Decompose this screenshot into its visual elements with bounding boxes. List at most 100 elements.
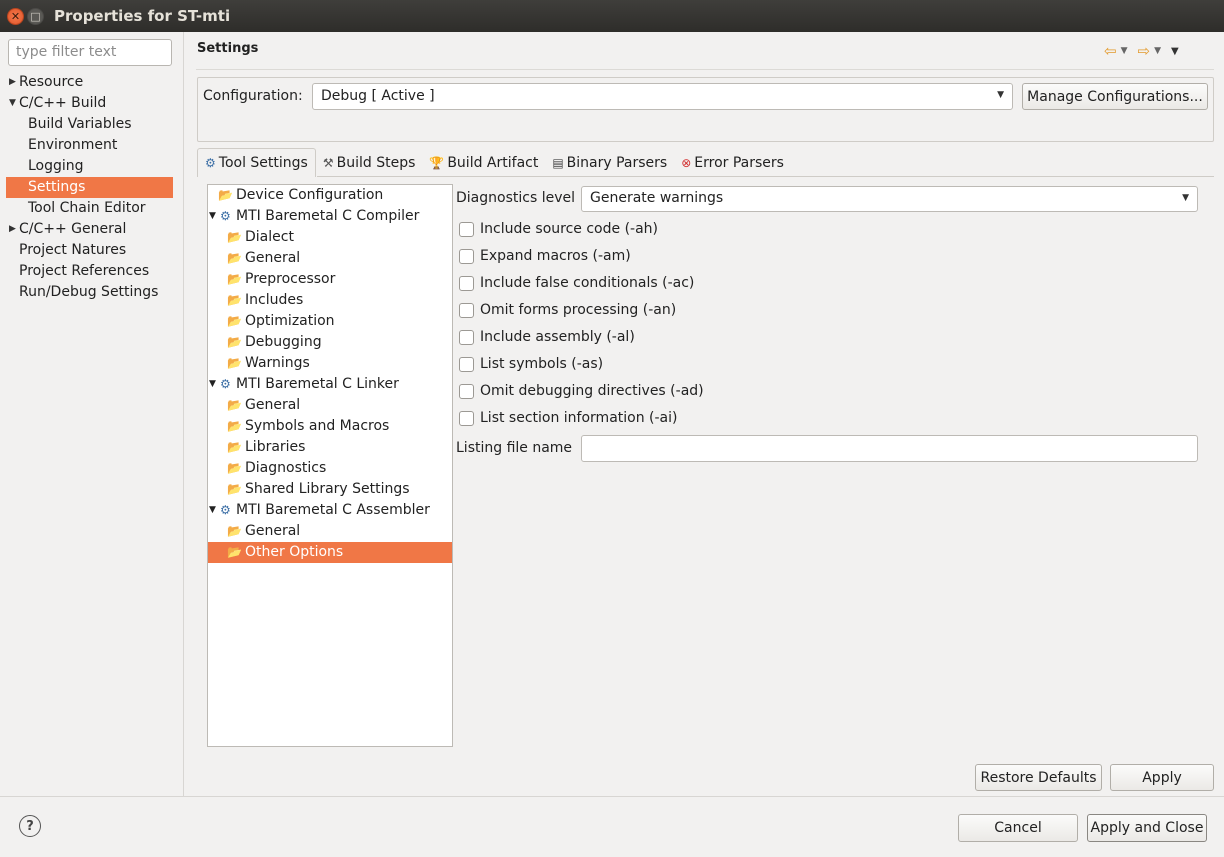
option-checkbox-row[interactable]: Omit debugging directives (-ad)	[459, 381, 704, 401]
tool-node[interactable]: ▼ ⚙ MTI Baremetal C Compiler	[208, 206, 452, 227]
tree-item-label: Shared Library Settings	[245, 481, 410, 497]
checkbox[interactable]	[459, 248, 474, 264]
back-arrow-icon[interactable]: ⇦	[1104, 42, 1117, 60]
option-checkbox-row[interactable]: Omit forms processing (-an)	[459, 300, 676, 320]
sidebar-item[interactable]: Settings	[6, 177, 173, 198]
sidebar-item[interactable]: Logging	[6, 156, 173, 177]
option-node[interactable]: 📂 Libraries	[208, 437, 452, 458]
expanded-twisty-icon[interactable]: ▼	[9, 93, 16, 114]
apply-button[interactable]: Apply	[1110, 764, 1214, 791]
sidebar-item-label: Environment	[28, 137, 118, 153]
option-checkbox-row[interactable]: Expand macros (-am)	[459, 246, 631, 266]
tab-build-steps[interactable]: ⚒ Build Steps	[316, 148, 423, 177]
forward-dropdown-icon[interactable]: ▼	[1154, 46, 1161, 56]
option-node[interactable]: 📂 Preprocessor	[208, 269, 452, 290]
help-icon[interactable]: ?	[19, 815, 41, 837]
diagnostics-level-value: Generate warnings	[590, 190, 724, 206]
tree-item-label: General	[245, 250, 301, 266]
sidebar-item[interactable]: ▶ C/C++ General	[6, 219, 173, 240]
checkbox[interactable]	[459, 329, 474, 345]
expanded-twisty-icon[interactable]: ▼	[209, 206, 216, 227]
option-node[interactable]: 📂 General	[208, 395, 452, 416]
option-page-icon: 📂	[227, 314, 242, 328]
manage-configurations-button[interactable]: Manage Configurations...	[1022, 83, 1208, 110]
binary-icon: ▤	[552, 155, 564, 170]
option-page-icon: 📂	[227, 440, 242, 454]
tab-tool-settings[interactable]: ⚙ Tool Settings	[197, 148, 316, 177]
option-node[interactable]: 📂 Diagnostics	[208, 458, 452, 479]
cancel-button[interactable]: Cancel	[958, 814, 1078, 842]
maximize-window-icon[interactable]: □	[27, 8, 44, 25]
sidebar-item[interactable]: Environment	[6, 135, 173, 156]
sidebar-item[interactable]: Build Variables	[6, 114, 173, 135]
option-node[interactable]: 📂 Includes	[208, 290, 452, 311]
sidebar-item-label: Resource	[19, 74, 84, 90]
tool-node[interactable]: ▼ ⚙ MTI Baremetal C Linker	[208, 374, 452, 395]
checkbox[interactable]	[459, 410, 474, 426]
forward-arrow-icon[interactable]: ⇨	[1138, 42, 1151, 60]
title-bar: ✕ □ Properties for ST-mti	[0, 0, 1224, 32]
filter-input[interactable]: type filter text	[8, 39, 172, 66]
option-node[interactable]: 📂 General	[208, 248, 452, 269]
sidebar-item[interactable]: Project References	[6, 261, 173, 282]
option-page-icon: 📂	[227, 482, 242, 496]
checkbox[interactable]	[459, 221, 474, 237]
sidebar-item-label: C/C++ General	[19, 221, 127, 237]
sidebar-item[interactable]: ▶ Resource	[6, 72, 173, 93]
back-dropdown-icon[interactable]: ▼	[1121, 46, 1128, 56]
sidebar-item[interactable]: Project Natures	[6, 240, 173, 261]
tab-error-parsers[interactable]: ⊗ Error Parsers	[674, 148, 791, 177]
option-checkbox-row[interactable]: List symbols (-as)	[459, 354, 603, 374]
tree-item-label: Other Options	[245, 544, 344, 560]
tree-item-label: MTI Baremetal C Assembler	[236, 502, 430, 518]
checkbox[interactable]	[459, 383, 474, 399]
option-label: Include source code (-ah)	[480, 221, 658, 237]
option-node[interactable]: 📂 Dialect	[208, 227, 452, 248]
page-title: Settings	[197, 41, 259, 56]
view-menu-icon[interactable]: ▼	[1171, 46, 1179, 57]
sidebar-item[interactable]: Tool Chain Editor	[6, 198, 173, 219]
collapsed-twisty-icon[interactable]: ▶	[9, 219, 16, 240]
tab-build-artifact[interactable]: 🏆 Build Artifact	[422, 148, 545, 177]
sidebar-divider	[183, 32, 184, 796]
tree-item-label: Optimization	[245, 313, 335, 329]
configuration-select[interactable]: Debug [ Active ] ▼	[312, 83, 1013, 110]
expanded-twisty-icon[interactable]: ▼	[209, 500, 216, 521]
option-checkbox-row[interactable]: Include false conditionals (-ac)	[459, 273, 694, 293]
option-checkbox-row[interactable]: List section information (-ai)	[459, 408, 678, 428]
tree-item-label: MTI Baremetal C Linker	[236, 376, 399, 392]
option-node[interactable]: 📂 Warnings	[208, 353, 452, 374]
checkbox[interactable]	[459, 275, 474, 291]
option-page-icon: 📂	[227, 398, 242, 412]
option-checkbox-row[interactable]: Include source code (-ah)	[459, 219, 658, 239]
diagnostics-level-select[interactable]: Generate warnings ▼	[581, 186, 1198, 212]
sidebar-item[interactable]: ▼ C/C++ Build	[6, 93, 173, 114]
checkbox[interactable]	[459, 302, 474, 318]
option-node[interactable]: 📂 General	[208, 521, 452, 542]
option-page-icon: 📂	[227, 419, 242, 433]
collapsed-twisty-icon[interactable]: ▶	[9, 72, 16, 93]
tree-item-label: Dialect	[245, 229, 294, 245]
option-node[interactable]: 📂 Symbols and Macros	[208, 416, 452, 437]
option-node[interactable]: 📂 Other Options	[208, 542, 452, 563]
option-node[interactable]: 📂 Optimization	[208, 311, 452, 332]
option-node[interactable]: 📂 Shared Library Settings	[208, 479, 452, 500]
option-node[interactable]: 📂 Debugging	[208, 332, 452, 353]
listing-file-input[interactable]	[581, 435, 1198, 462]
tool-node[interactable]: ▼ ⚙ MTI Baremetal C Assembler	[208, 500, 452, 521]
tree-item-label: General	[245, 523, 301, 539]
tree-item-label: Diagnostics	[245, 460, 327, 476]
expanded-twisty-icon[interactable]: ▼	[209, 374, 216, 395]
option-label: Include assembly (-al)	[480, 329, 635, 345]
tab-binary-parsers[interactable]: ▤ Binary Parsers	[545, 148, 674, 177]
option-node[interactable]: 📂 Device Configuration	[208, 185, 452, 206]
apply-and-close-button[interactable]: Apply and Close	[1087, 814, 1207, 842]
close-window-icon[interactable]: ✕	[7, 8, 24, 25]
tool-settings-tree: 📂 Device Configuration ▼ ⚙ MTI Baremetal C C…	[207, 184, 453, 747]
tab-label: Tool Settings	[218, 155, 308, 171]
restore-defaults-button[interactable]: Restore Defaults	[975, 764, 1102, 791]
property-nav-tree: ▶ Resource ▼ C/C++ Build Build Variables Envi…	[6, 72, 173, 303]
option-checkbox-row[interactable]: Include assembly (-al)	[459, 327, 635, 347]
sidebar-item[interactable]: Run/Debug Settings	[6, 282, 173, 303]
checkbox[interactable]	[459, 356, 474, 372]
